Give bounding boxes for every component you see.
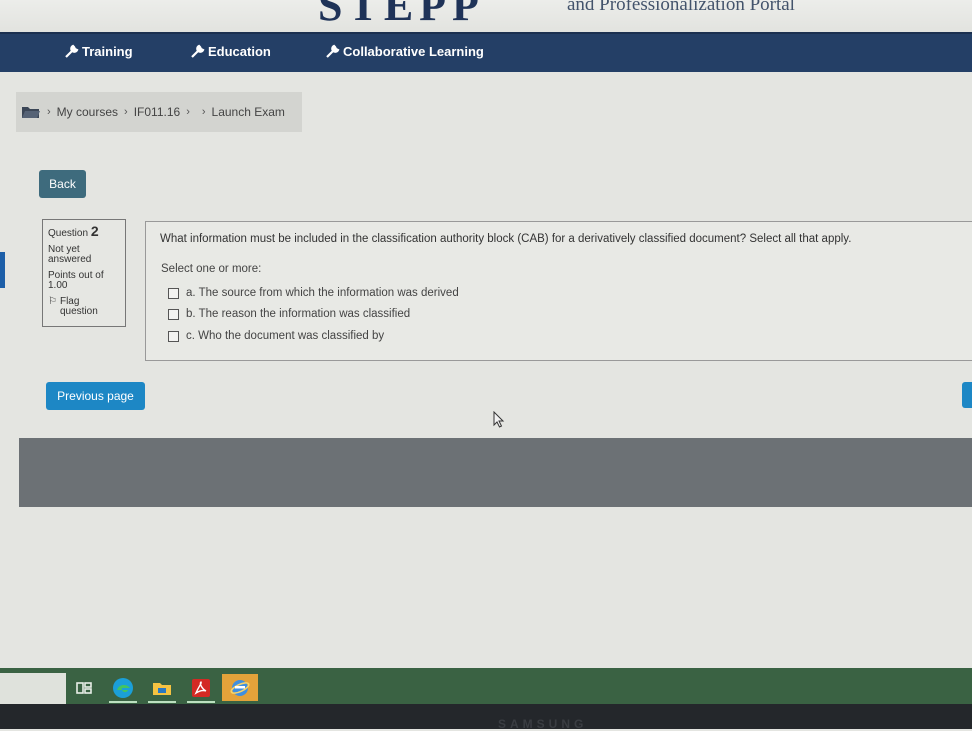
monitor-bezel: SAMSUNG <box>0 704 972 731</box>
page-footer <box>19 438 972 507</box>
chevron-right-icon: › <box>47 106 51 118</box>
answer-prompt: Select one or more: <box>161 263 262 275</box>
back-button[interactable]: Back <box>39 170 86 198</box>
task-view-icon[interactable] <box>66 674 102 701</box>
active-indicator <box>148 701 176 703</box>
active-indicator <box>187 701 215 703</box>
taskbar-search-area[interactable] <box>0 673 66 704</box>
question-points: Points out of 1.00 <box>48 270 104 291</box>
breadcrumb-my-courses[interactable]: My courses <box>57 105 118 119</box>
wrench-icon <box>326 44 340 58</box>
portal-subtitle: and Professionalization Portal <box>567 0 795 15</box>
answer-option-b[interactable]: b. The reason the information was classi… <box>168 308 410 320</box>
internet-explorer-icon[interactable] <box>222 674 258 701</box>
nav-collaborative-learning-label: Collaborative Learning <box>343 43 484 59</box>
main-navbar: Training Education Collaborative Learnin… <box>0 32 972 72</box>
checkbox[interactable] <box>168 330 179 342</box>
nav-education-label: Education <box>208 43 271 59</box>
file-explorer-icon[interactable] <box>144 674 180 703</box>
nav-education[interactable]: Education <box>190 43 271 59</box>
active-indicator <box>109 701 137 703</box>
chevron-right-icon: › <box>186 106 190 118</box>
side-drawer-tab[interactable] <box>0 252 5 288</box>
question-number-value: 2 <box>90 223 99 239</box>
flag-icon: ⚐ <box>48 296 57 307</box>
nav-training-label: Training <box>82 43 133 59</box>
flag-question-label: Flag question <box>59 296 98 317</box>
checkbox[interactable] <box>168 287 179 299</box>
nav-collaborative-learning[interactable]: Collaborative Learning <box>325 43 484 59</box>
breadcrumb-launch-exam[interactable]: Launch Exam <box>212 105 285 119</box>
answer-option-label: b. The reason the information was classi… <box>186 308 411 320</box>
question-number: Question 2 <box>48 223 120 239</box>
wrench-icon <box>65 44 79 58</box>
breadcrumb: › My courses › IF011.16 › › Launch Exam <box>16 92 302 132</box>
answer-option-c[interactable]: c. Who the document was classified by <box>168 330 384 342</box>
folder-icon[interactable] <box>21 105 41 119</box>
previous-page-button[interactable]: Previous page <box>46 382 145 410</box>
question-status: Not yet answered <box>48 244 92 265</box>
checkbox[interactable] <box>168 308 179 320</box>
answer-option-label: c. Who the document was classified by <box>186 330 385 342</box>
next-page-button[interactable] <box>962 382 972 408</box>
answer-option-a[interactable]: a. The source from which the information… <box>168 287 459 299</box>
question-text: What information must be included in the… <box>160 233 852 245</box>
chevron-right-icon: › <box>201 106 206 118</box>
answer-option-label: a. The source from which the information… <box>186 287 459 299</box>
acrobat-icon[interactable] <box>183 674 219 703</box>
site-logo: STEPP <box>318 0 485 30</box>
mouse-cursor-icon <box>493 411 505 428</box>
wrench-icon <box>191 44 205 58</box>
breadcrumb-course[interactable]: IF011.16 <box>134 105 180 119</box>
question-label: Question <box>48 228 89 239</box>
flag-question-link[interactable]: ⚐ Flag question <box>48 297 120 317</box>
edge-icon[interactable] <box>105 674 141 703</box>
question-info-panel: Question 2 Not yet answered Points out o… <box>42 219 126 327</box>
site-banner: STEPP and Professionalization Portal <box>0 0 972 32</box>
question-card: What information must be included in the… <box>145 221 972 361</box>
chevron-right-icon: › <box>124 106 128 118</box>
nav-training[interactable]: Training <box>64 43 133 59</box>
